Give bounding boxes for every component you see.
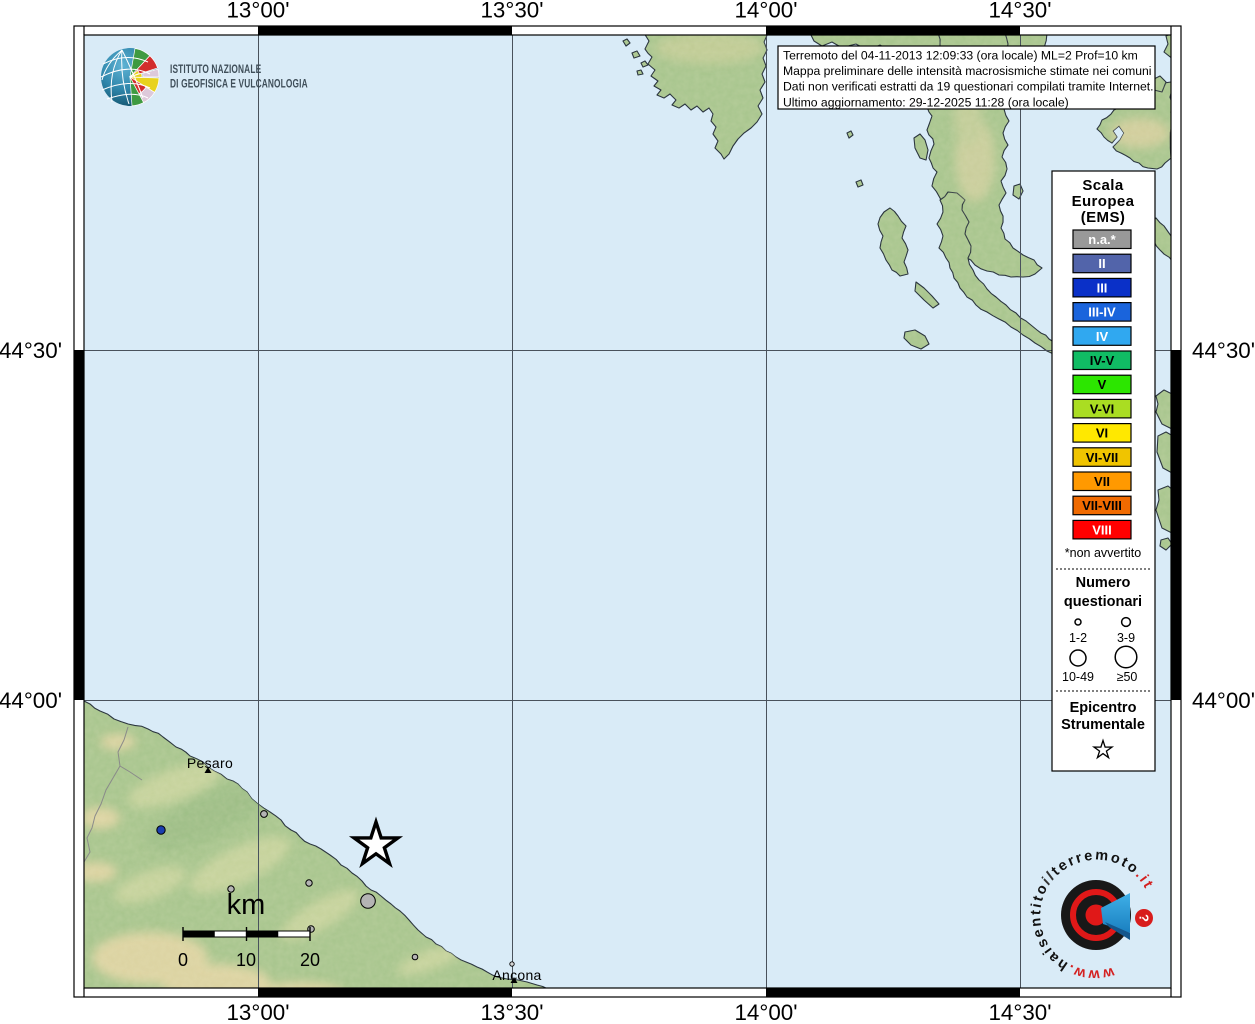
svg-text:VI: VI: [1096, 426, 1108, 441]
svg-text:Terremoto del 04-11-2013 12:09: Terremoto del 04-11-2013 12:09:33 (ora l…: [783, 49, 1138, 63]
svg-text:Ancona: Ancona: [492, 967, 541, 983]
svg-text:V-VI: V-VI: [1090, 401, 1115, 416]
svg-text:II: II: [1098, 256, 1105, 271]
svg-text:Strumentale: Strumentale: [1061, 717, 1145, 733]
svg-text:km: km: [227, 889, 266, 921]
svg-text:10: 10: [236, 950, 256, 970]
svg-text:1-2: 1-2: [1069, 631, 1087, 645]
svg-text:IV-V: IV-V: [1090, 353, 1115, 368]
svg-text:(EMS): (EMS): [1081, 209, 1126, 226]
svg-text:13°30': 13°30': [480, 1000, 543, 1024]
svg-text:10-49: 10-49: [1062, 670, 1094, 684]
svg-text:3-9: 3-9: [1117, 631, 1135, 645]
svg-text:44°30': 44°30': [0, 338, 62, 363]
svg-text:Scala: Scala: [1082, 177, 1123, 194]
svg-text:Ultimo aggiornamento: 29-12-20: Ultimo aggiornamento: 29-12-2025 11:28 (…: [783, 95, 1069, 109]
svg-text:ISTITUTO NAZIONALE: ISTITUTO NAZIONALE: [170, 64, 261, 77]
svg-text:*non avvertito: *non avvertito: [1065, 546, 1141, 560]
svg-text:III-IV: III-IV: [1088, 305, 1116, 320]
svg-text:20: 20: [300, 950, 320, 970]
svg-text:Epicentro: Epicentro: [1070, 700, 1137, 716]
svg-text:14°30': 14°30': [988, 1000, 1051, 1024]
svg-text:14°30': 14°30': [988, 0, 1051, 23]
svg-text:44°00': 44°00': [1192, 688, 1255, 713]
svg-text:DI GEOFISICA E VULCANOLOGIA: DI GEOFISICA E VULCANOLOGIA: [170, 78, 308, 91]
svg-text:14°00': 14°00': [734, 0, 797, 23]
svg-text:Numero: Numero: [1076, 575, 1131, 591]
svg-text:V: V: [1098, 377, 1107, 392]
svg-text:Dati non verificati estratti d: Dati non verificati estratti da 19 quest…: [783, 80, 1154, 94]
svg-text:Pesaro: Pesaro: [187, 755, 233, 771]
svg-text:14°00': 14°00': [734, 1000, 797, 1024]
svg-text:VII-VIII: VII-VIII: [1082, 498, 1122, 513]
svg-text:VII: VII: [1094, 474, 1110, 489]
svg-text:VIII: VIII: [1092, 522, 1112, 537]
svg-text:13°00': 13°00': [226, 0, 289, 23]
svg-text:Europea: Europea: [1072, 193, 1135, 210]
svg-text:44°30': 44°30': [1192, 338, 1255, 363]
svg-text:13°00': 13°00': [226, 1000, 289, 1024]
svg-text:III: III: [1097, 280, 1108, 295]
svg-text:questionari: questionari: [1064, 594, 1142, 610]
svg-text:0: 0: [178, 950, 188, 970]
svg-text:?: ?: [1137, 914, 1152, 922]
svg-text:n.a.*: n.a.*: [1088, 232, 1116, 247]
svg-text:44°00': 44°00': [0, 688, 62, 713]
svg-text:13°30': 13°30': [480, 0, 543, 23]
svg-text:≥50: ≥50: [1117, 670, 1138, 684]
svg-text:IV: IV: [1096, 329, 1109, 344]
svg-text:VI-VII: VI-VII: [1086, 450, 1119, 465]
svg-text:Mappa preliminare delle intens: Mappa preliminare delle intensità macros…: [783, 64, 1152, 78]
